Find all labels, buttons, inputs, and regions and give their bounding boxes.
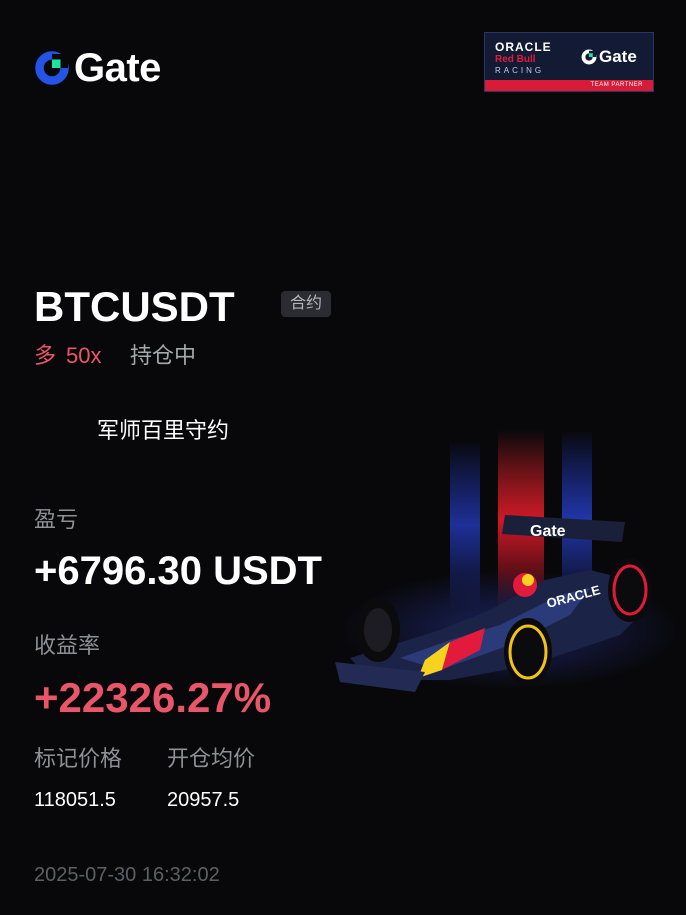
gate-logo-icon [581,49,597,65]
trading-pair: BTCUSDT [34,283,235,330]
pnl-label: 盈亏 [34,507,79,532]
racing-wordmark: RACING [495,66,545,75]
user-nickname: 军师百里守约 [97,418,230,443]
roi-label: 收益率 [34,633,101,658]
brand-name: Gate [74,46,161,90]
race-car-image: Gate ORACLE [335,430,680,692]
team-partner-badge: ORACLE Red Bull RACING Gate TEAM PARTNER [484,32,654,92]
partner-caption: TEAM PARTNER [485,80,653,91]
leverage: 50x [66,343,102,368]
svg-text:Gate: Gate [530,523,566,540]
position-status: 持仓中 [130,343,197,368]
position-side: 多 [34,343,57,368]
oracle-wordmark: ORACLE [495,40,552,54]
gate-logo-icon [35,51,69,85]
pnl-value: +6796.30 USDT [34,549,322,593]
mark-price-value: 118051.5 [34,789,116,811]
partner-gate-logo: Gate [581,47,637,67]
entry-price-label: 开仓均价 [167,746,256,771]
redbull-wordmark: Red Bull [495,54,536,65]
roi-value: +22326.27% [34,674,272,721]
entry-price-value: 20957.5 [167,789,240,811]
partner-gate-name: Gate [599,47,637,66]
mark-price-label: 标记价格 [34,746,123,771]
timestamp: 2025-07-30 16:32:02 [34,864,220,886]
gate-logo: Gate [34,48,161,88]
contract-type-tag: 合约 [281,291,332,317]
